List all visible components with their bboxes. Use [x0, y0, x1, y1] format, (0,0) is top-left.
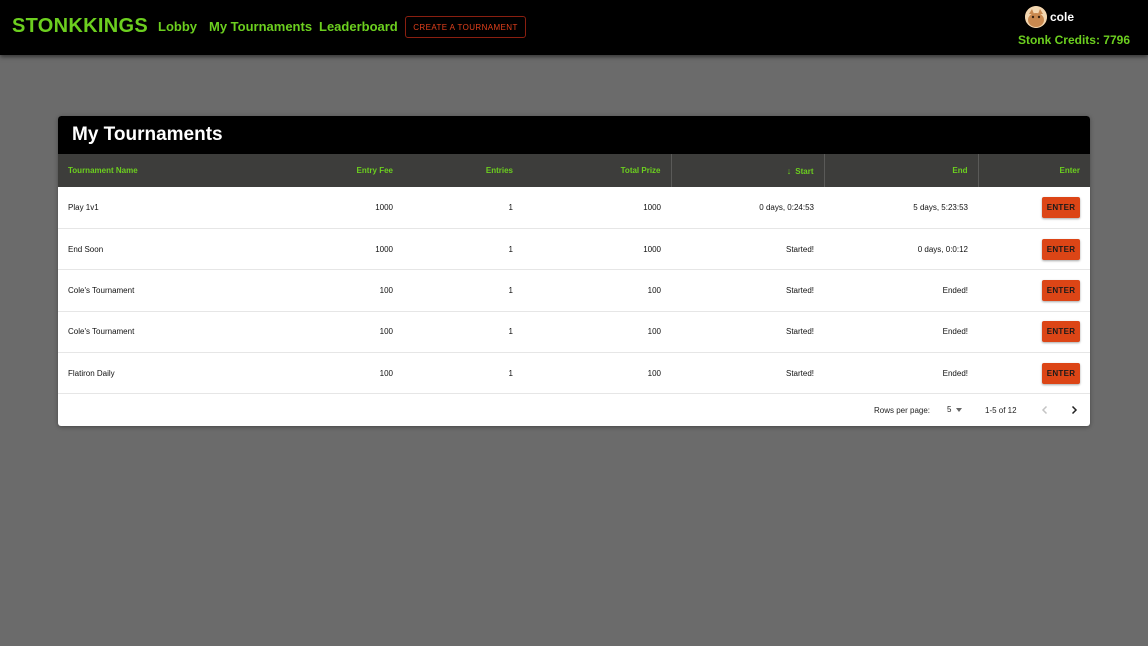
col-header-start[interactable]: ↓ Start [670, 154, 824, 187]
col-header-total-prize[interactable]: Total Prize [523, 154, 671, 187]
cell-start: Started! [785, 285, 814, 295]
cell-total-prize: 100 [647, 368, 661, 378]
prev-page-button[interactable] [1038, 403, 1052, 417]
enter-button[interactable]: ENTER [1042, 196, 1080, 218]
col-header-end[interactable]: End [823, 154, 978, 187]
cell-enter: ENTER [978, 228, 1090, 269]
my-tournaments-panel: My Tournaments Tournament Name Entry Fee… [58, 116, 1090, 426]
brand-logo-text[interactable]: STONKKINGS [12, 15, 148, 38]
table-pagination: Rows per page: 5 1-5 of 12 [58, 395, 1090, 426]
cell-tournament-name: Cole's Tournament [68, 285, 135, 295]
cell-entry-fee: 1000 [375, 202, 393, 212]
cell-tournament-name: Flatiron Daily [68, 368, 115, 378]
dropdown-caret-icon [956, 407, 963, 412]
table-row: Cole's Tournament 100 1 100 Started! End… [58, 311, 1090, 353]
table-row: End Soon 1000 1 1000 Started! 0 days, 0:… [58, 228, 1090, 270]
nav-lobby[interactable]: Lobby [158, 19, 197, 34]
table-header-row: Tournament Name Entry Fee Entries Total … [58, 154, 1090, 187]
cell-end: Ended! [942, 285, 968, 295]
cell-entry-fee: 100 [379, 327, 393, 337]
cell-entries: 1 [508, 244, 513, 254]
cell-enter: ENTER [978, 270, 1090, 311]
cell-entries: 1 [508, 285, 513, 295]
col-header-start-label: Start [795, 166, 814, 176]
cell-entry-fee: 1000 [375, 244, 393, 254]
cell-entries: 1 [508, 202, 513, 212]
cell-total-prize: 100 [647, 285, 661, 295]
enter-button[interactable]: ENTER [1042, 321, 1080, 343]
col-header-entry-fee[interactable]: Entry Fee [288, 154, 403, 187]
rows-per-page-select[interactable]: 5 [947, 405, 963, 414]
top-navbar: STONKKINGS Lobby My Tournaments Leaderbo… [0, 0, 1148, 55]
cell-start: Started! [785, 244, 814, 254]
table-row: Flatiron Daily 100 1 100 Started! Ended!… [58, 353, 1090, 394]
cell-end: Ended! [942, 327, 968, 337]
cell-end: Ended! [942, 368, 968, 378]
table-row: Cole's Tournament 100 1 100 Started! End… [58, 270, 1090, 312]
chevron-right-icon [1071, 405, 1078, 415]
col-header-enter: Enter [977, 154, 1090, 187]
cell-tournament-name: End Soon [68, 244, 104, 254]
user-menu[interactable]: cole [1025, 6, 1074, 28]
cell-start: Started! [785, 368, 814, 378]
cell-entries: 1 [508, 327, 513, 337]
cell-start: 0 days, 0:24:53 [759, 202, 814, 212]
avatar-image [1025, 6, 1047, 28]
cell-entry-fee: 100 [379, 368, 393, 378]
avatar [1025, 6, 1047, 28]
col-header-entries[interactable]: Entries [403, 154, 523, 187]
cell-entry-fee: 100 [379, 285, 393, 295]
enter-button[interactable]: ENTER [1042, 279, 1080, 301]
username: cole [1050, 10, 1075, 24]
cell-start: Started! [785, 327, 814, 337]
enter-button[interactable]: ENTER [1042, 362, 1080, 384]
cell-enter: ENTER [978, 187, 1090, 228]
pagination-range: 1-5 of 12 [985, 406, 1017, 415]
sort-arrow-down-icon: ↓ [786, 165, 792, 176]
cell-tournament-name: Cole's Tournament [68, 327, 135, 337]
tournaments-table: Tournament Name Entry Fee Entries Total … [58, 154, 1090, 394]
page-title: My Tournaments [58, 116, 1090, 154]
cell-entries: 1 [508, 368, 513, 378]
cell-total-prize: 100 [647, 327, 661, 337]
cell-total-prize: 1000 [643, 202, 661, 212]
cell-enter: ENTER [978, 311, 1090, 352]
cell-enter: ENTER [978, 353, 1090, 394]
cell-total-prize: 1000 [643, 244, 661, 254]
nav-leaderboard[interactable]: Leaderboard [319, 19, 398, 34]
rows-per-page-label: Rows per page: [874, 406, 931, 415]
table-row: Play 1v1 1000 1 1000 0 days, 0:24:53 5 d… [58, 187, 1090, 229]
cell-end: 5 days, 5:23:53 [913, 202, 968, 212]
rows-per-page-value: 5 [947, 405, 952, 414]
cell-tournament-name: Play 1v1 [68, 202, 99, 212]
cell-end: 0 days, 0:0:12 [917, 244, 968, 254]
nav-my-tournaments[interactable]: My Tournaments [209, 19, 312, 34]
next-page-button[interactable] [1067, 403, 1081, 417]
stonk-credits: Stonk Credits: 7796 [1017, 33, 1130, 47]
enter-button[interactable]: ENTER [1042, 238, 1080, 260]
create-tournament-button[interactable]: CREATE A TOURNAMENT [405, 16, 526, 38]
chevron-left-icon [1041, 405, 1048, 415]
col-header-tournament-name[interactable]: Tournament Name [58, 154, 288, 187]
